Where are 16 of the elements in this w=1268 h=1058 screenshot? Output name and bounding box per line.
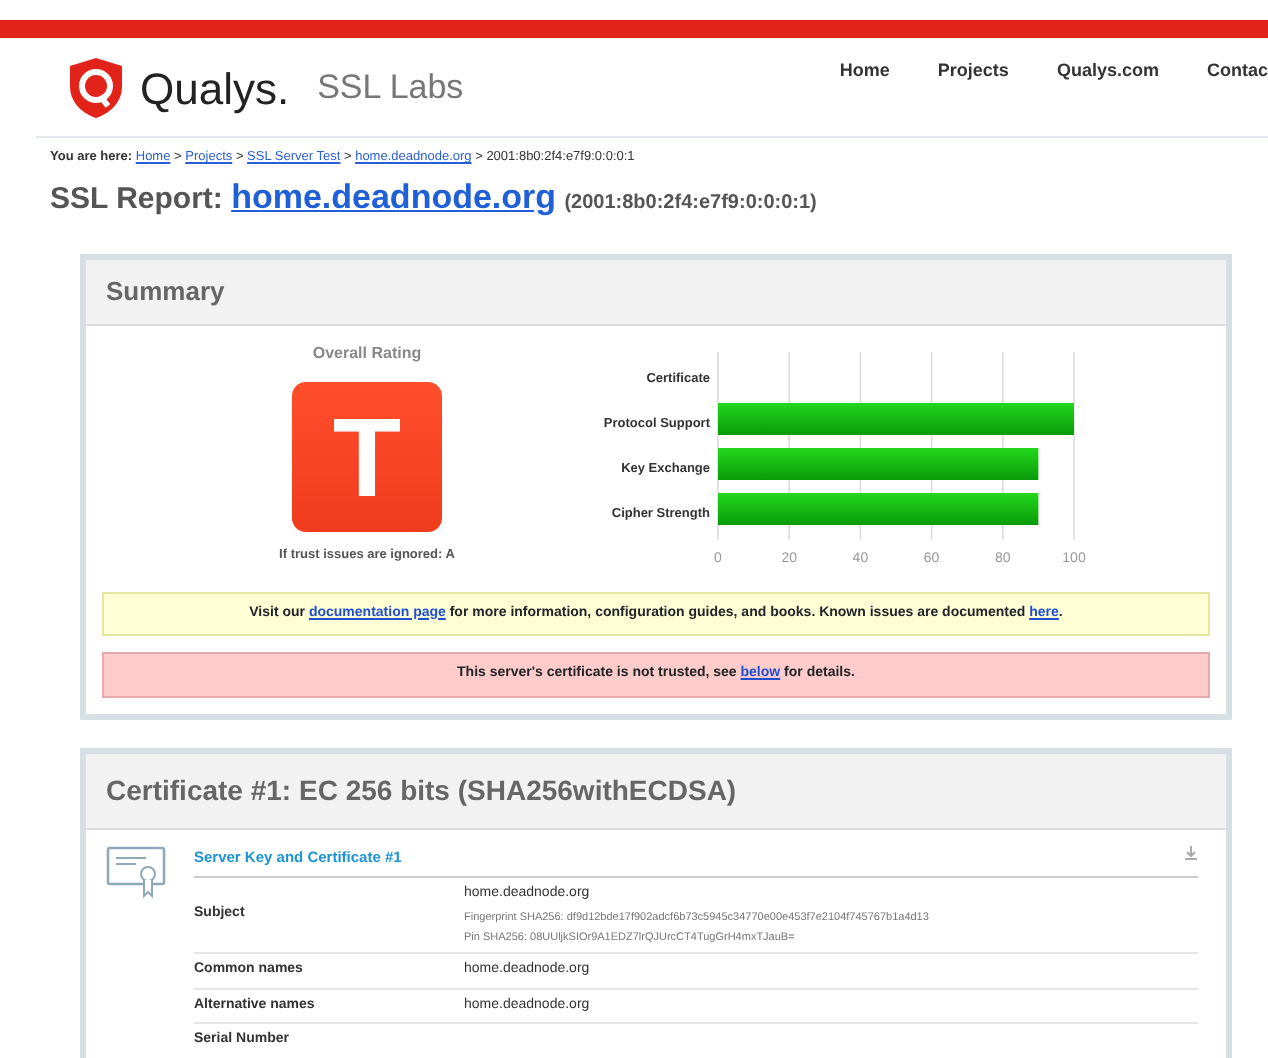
nav-link[interactable]: Home (839, 58, 890, 136)
panel-title: Certificate #1: EC 256 bits (SHA256withECDSA) (86, 753, 1226, 830)
host-link[interactable]: home.deadnode.org (231, 177, 557, 216)
nav-link[interactable]: Contac (1206, 58, 1268, 136)
report-title: SSL Report: (50, 181, 223, 216)
grade-badge: T (292, 381, 442, 532)
logo-icon (68, 56, 124, 120)
host-address: (2001:8b0:2f4:e7f9:0:0:0:1) (564, 191, 817, 214)
brand-name: Qualys. (140, 61, 290, 118)
download-icon[interactable] (1184, 845, 1198, 860)
product-name: SSL Labs (317, 66, 464, 111)
nav-link[interactable]: Projects (937, 58, 1009, 136)
nav-link[interactable]: Qualys.com (1056, 58, 1159, 136)
rating-label: Overall Rating (312, 341, 422, 366)
certificate-icon (106, 845, 166, 898)
panel-title: Summary (86, 260, 1226, 326)
